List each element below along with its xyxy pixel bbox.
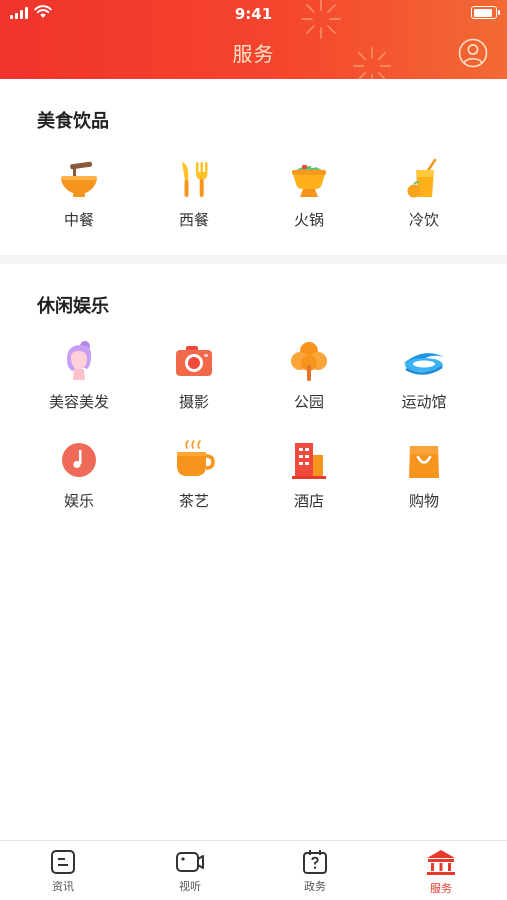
government-affairs-icon: [303, 850, 327, 874]
stadium-icon: [404, 353, 444, 375]
tab-government-affairs[interactable]: 政务: [270, 849, 360, 894]
grid-item-label: 运动馆: [401, 393, 447, 411]
tab-video[interactable]: 视听: [145, 849, 235, 894]
leisure-entertainment-section: 休闲娱乐 美容美发 摄影 公园 运动馆 娱乐 茶艺 酒店 购物: [0, 264, 507, 840]
grid-item-label: 购物: [408, 492, 439, 510]
tab-news[interactable]: 资讯: [18, 849, 108, 894]
tab-service[interactable]: 服务: [396, 849, 486, 896]
tab-label: 服务: [430, 882, 452, 895]
grid-item-label: 酒店: [293, 492, 324, 510]
grid-item-tea-art[interactable]: 茶艺: [144, 438, 244, 511]
grid-item-entertainment[interactable]: 娱乐: [29, 438, 129, 511]
grid-item-label: 娱乐: [63, 492, 94, 510]
grid-item-photography[interactable]: 摄影: [144, 339, 244, 412]
section-title: 休闲娱乐: [37, 296, 109, 317]
battery-icon: [471, 6, 500, 19]
hair-salon-icon: [67, 341, 92, 380]
cold-drink-icon: [407, 158, 437, 198]
food-drinks-section: 美食饮品 中餐 西餐 火锅 冷饮: [0, 79, 507, 255]
grid-item-cold-drink[interactable]: 冷饮: [374, 157, 474, 230]
grid-item-beauty-salon[interactable]: 美容美发: [29, 339, 129, 412]
grid-item-hotpot[interactable]: 火锅: [259, 157, 359, 230]
bottom-tab-bar: 资讯 视听 政务 服务: [0, 840, 507, 900]
grid-item-hotel[interactable]: 酒店: [259, 438, 359, 511]
status-time: 9:41: [234, 5, 273, 23]
tab-label: 视听: [179, 880, 201, 893]
grid-item-label: 公园: [293, 393, 324, 411]
section-title: 美食饮品: [37, 111, 109, 132]
grid-item-label: 茶艺: [178, 492, 209, 510]
shopping-bag-icon: [409, 446, 439, 478]
news-icon: [51, 850, 75, 874]
music-note-icon: [62, 443, 96, 477]
camera-icon: [176, 346, 212, 376]
section-divider: [0, 255, 507, 264]
app-header: 9:41 服务: [0, 0, 507, 79]
grid-item-stadium[interactable]: 运动馆: [374, 339, 474, 412]
fork-knife-icon: [182, 162, 208, 197]
grid-item-chinese-food[interactable]: 中餐: [29, 157, 129, 230]
grid-item-label: 美容美发: [48, 393, 109, 411]
grid-item-park[interactable]: 公园: [259, 339, 359, 412]
hotel-building-icon: [292, 443, 326, 479]
grid-item-label: 火锅: [293, 211, 324, 229]
tree-icon: [291, 342, 327, 381]
hotpot-icon: [292, 164, 326, 197]
status-bar: 9:41: [0, 0, 507, 28]
grid-item-shopping[interactable]: 购物: [374, 438, 474, 511]
grid-item-label: 冷饮: [408, 211, 439, 229]
noodle-bowl-icon: [61, 161, 97, 197]
grid-item-western-food[interactable]: 西餐: [144, 157, 244, 230]
user-profile-icon[interactable]: [458, 38, 488, 68]
service-hall-icon: [427, 850, 455, 875]
tab-label: 政务: [304, 880, 326, 893]
grid-item-label: 摄影: [178, 393, 209, 411]
page-title: 服务: [232, 42, 275, 66]
video-icon: [176, 852, 204, 872]
tab-label: 资讯: [52, 880, 74, 893]
teacup-icon: [177, 440, 215, 476]
grid-item-label: 中餐: [63, 211, 94, 229]
grid-item-label: 西餐: [178, 211, 209, 229]
